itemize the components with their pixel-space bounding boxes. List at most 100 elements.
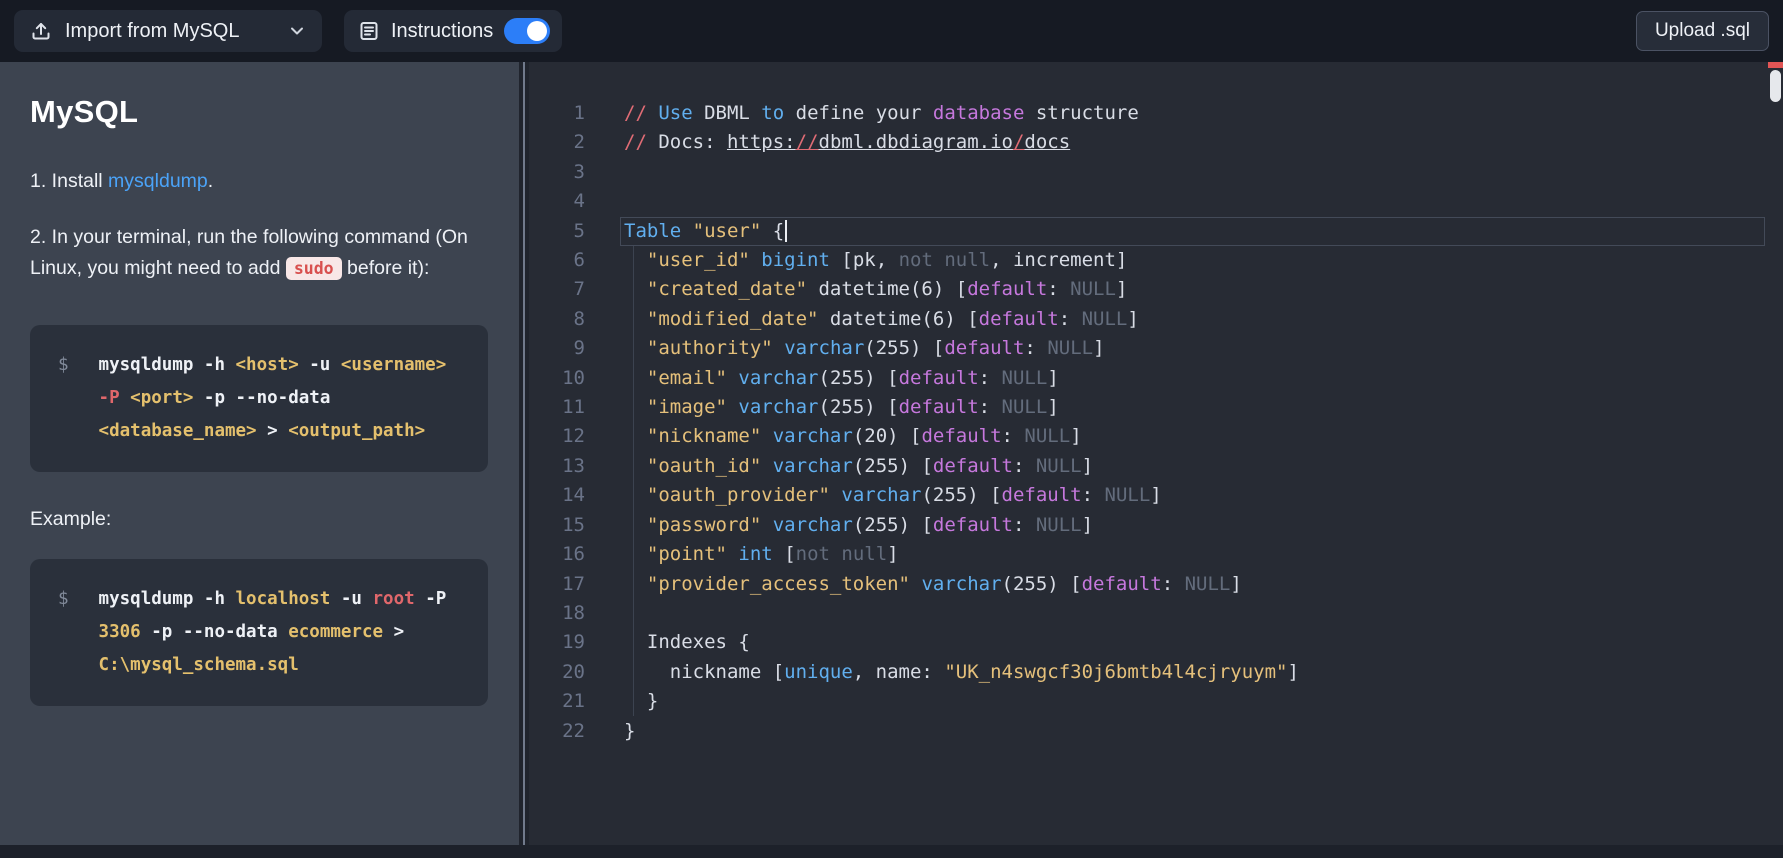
code-line[interactable]: 4 (529, 187, 1783, 216)
instructions-panel: MySQL 1. Install mysqldump. 2. In your t… (0, 62, 519, 845)
text-token: Use (658, 102, 693, 124)
text-token: datetime(6) [ (818, 307, 979, 330)
text-token: 3306 (98, 622, 141, 643)
code-line[interactable]: 16 "point" int [not null] (529, 540, 1783, 569)
code-line[interactable]: 8 "modified_date" datetime(6) [default: … (529, 305, 1783, 334)
text-token: -u (298, 354, 341, 375)
command-line: mysqldump -h localhost -u root -P (99, 583, 460, 616)
bottom-bar (0, 845, 1783, 858)
code-line[interactable]: 14 "oauth_provider" varchar(255) [defaul… (529, 481, 1783, 510)
text-token: (255) [ (921, 484, 1002, 507)
code-line[interactable]: 20 nickname [unique, name: "UK_n4swgcf30… (529, 658, 1783, 687)
inline-code-sudo: sudo (285, 257, 342, 281)
text-token: mysqldump -h (98, 354, 236, 375)
text-token: (255) [ (864, 337, 945, 360)
text-token: unique (784, 660, 853, 683)
code-line[interactable]: 21 } (529, 687, 1783, 716)
editor-lines: 1 // Use DBML to define your database str… (529, 62, 1783, 746)
text-token: } (624, 719, 636, 742)
line-content: "modified_date" datetime(6) [default: NU… (624, 305, 1139, 334)
text-token: ] (1115, 278, 1128, 301)
code-line[interactable]: 1 // Use DBML to define your database str… (529, 99, 1783, 128)
line-content: } (624, 717, 635, 746)
chevron-down-icon (288, 22, 306, 40)
text-token: default (932, 513, 1013, 536)
text-token: : (978, 396, 1002, 419)
text-token: "UK_n4swgcf30j6bmtb4l4cjryuym" (944, 660, 1288, 683)
code-line[interactable]: 9 "authority" varchar(255) [default: NUL… (529, 334, 1783, 363)
code-line[interactable]: 5 Table "user" { (529, 216, 1783, 247)
line-content: "password" varchar(255) [default: NULL] (624, 511, 1093, 540)
text-token: : (1001, 425, 1025, 448)
text-token: NULL (1184, 572, 1231, 595)
command-line: C:\mysql_schema.sql (99, 649, 460, 682)
text-token: } (624, 690, 659, 713)
text-token: NULL (1035, 513, 1082, 536)
upload-sql-button[interactable]: Upload .sql (1635, 11, 1769, 51)
upload-icon (30, 20, 52, 42)
text-token: NULL (1024, 425, 1071, 448)
code-line[interactable]: 18 (529, 599, 1783, 628)
step-1-text: 1. Install mysqldump. (30, 166, 488, 198)
text-token: ] (1081, 454, 1094, 477)
text-token: default (898, 366, 979, 389)
line-content: // Use DBML to define your database stru… (624, 99, 1139, 128)
text-token: <host> (235, 354, 299, 375)
mysqldump-link[interactable]: mysqldump (108, 170, 208, 192)
text-token: define your (784, 102, 933, 124)
line-number: 4 (573, 190, 585, 213)
text-token: . (207, 170, 214, 192)
code-line[interactable]: 6 "user_id" bigint [pk, not null, increm… (529, 246, 1783, 275)
command-line: mysqldump -h <host> -u <username> (99, 349, 460, 382)
instructions-toggle-button[interactable]: Instructions (344, 10, 562, 52)
text-cursor (785, 219, 788, 242)
import-source-dropdown[interactable]: Import from MySQL (14, 10, 322, 52)
code-line[interactable]: 17 "provider_access_token" varchar(255) … (529, 570, 1783, 599)
text-token: nickname [ (624, 660, 785, 683)
line-number: 5 (573, 219, 585, 242)
text-token: [pk, (829, 249, 899, 272)
text-token: ecommerce (288, 622, 384, 643)
line-content: // Docs: https://dbml.dbdiagram.io/docs (624, 128, 1070, 157)
dbml-code-editor[interactable]: 1 // Use DBML to define your database str… (529, 62, 1783, 845)
line-number: 18 (562, 601, 585, 624)
code-line[interactable]: 19 Indexes { (529, 628, 1783, 657)
text-token: Indexes { (624, 631, 750, 654)
text-token: default (898, 396, 979, 419)
line-number: 9 (573, 337, 585, 360)
code-line[interactable]: 15 "password" varchar(255) [default: NUL… (529, 511, 1783, 540)
code-line[interactable]: 22} (529, 717, 1783, 746)
code-line[interactable]: 10 "email" varchar(255) [default: NULL] (529, 364, 1783, 393)
text-token: (255) [ (818, 396, 899, 419)
command-code-block: $ mysqldump -h <host> -u <username> -P <p… (30, 324, 488, 472)
editor-scrollbar-thumb[interactable] (1770, 70, 1781, 102)
text-token: not null (795, 543, 888, 566)
code-line[interactable]: 2// Docs: https://dbml.dbdiagram.io/docs (529, 128, 1783, 157)
top-toolbar: Import from MySQL Instructions Upload .s… (0, 0, 1783, 62)
line-number: 17 (562, 572, 585, 595)
text-token: ] (1093, 337, 1105, 360)
text-token: { (761, 219, 785, 242)
text-token: localhost (235, 589, 331, 610)
code-line[interactable]: 11 "image" varchar(255) [default: NULL] (529, 393, 1783, 422)
code-line[interactable]: 3 (529, 158, 1783, 187)
instructions-toggle-switch[interactable] (504, 18, 551, 44)
line-number: 10 (562, 366, 585, 389)
text-token: NULL (1035, 454, 1082, 477)
code-line[interactable]: 13 "oauth_id" varchar(255) [default: NUL… (529, 452, 1783, 481)
text-token: > (256, 420, 289, 441)
text-token: ] (887, 543, 899, 566)
text-token: <port> (130, 387, 194, 408)
document-icon (358, 20, 380, 42)
code-line[interactable]: 12 "nickname" varchar(20) [default: NULL… (529, 422, 1783, 451)
text-token: <output_path> (288, 420, 426, 441)
text-token: NULL (1070, 278, 1116, 301)
panel-resize-handle[interactable] (519, 62, 529, 845)
text-token: structure (1024, 102, 1139, 124)
code-line[interactable]: 7 "created_date" datetime(6) [default: N… (529, 275, 1783, 304)
